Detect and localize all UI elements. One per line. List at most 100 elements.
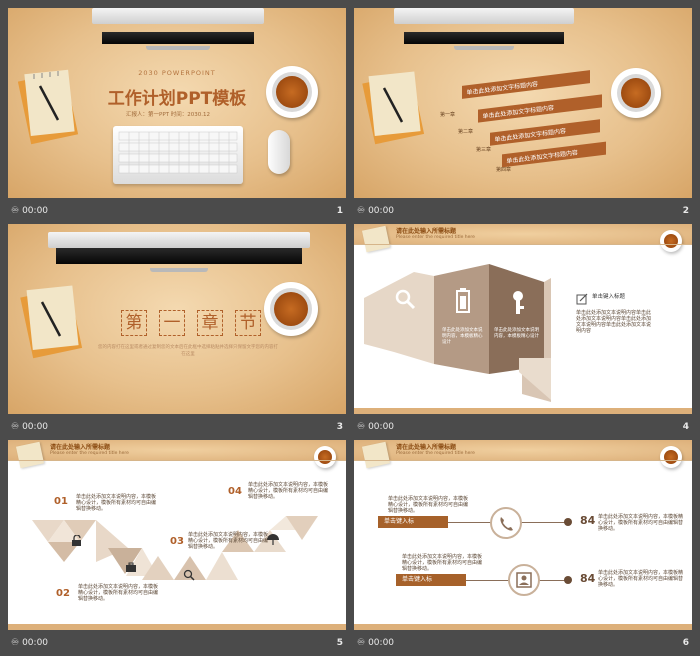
chapter-label-2: 第二章	[458, 129, 474, 135]
keyboard-icon	[113, 126, 243, 184]
slide-4-status-bar: ♾ 00:00 4	[354, 414, 692, 440]
row-1-right-text: 单击此处添加文本说明内容，本模板精心设计，模板所有素材均可自由编辑替换移动。	[598, 514, 684, 532]
monitor-stand	[454, 46, 514, 50]
monitor-stand	[146, 46, 210, 50]
slide-number: 3	[336, 422, 343, 432]
slide-title: 工作计划PPT模板	[107, 89, 247, 109]
footer-strip	[354, 624, 692, 630]
footer-strip	[8, 624, 346, 630]
loop-icon[interactable]: ♾	[357, 206, 365, 216]
step-text-1: 单击此处添加文本说明内容，本模板精心设计，模板所有素材均可自由编辑替换移动。	[76, 494, 157, 512]
row-2-left-text: 单击此处添加文本说明内容，本模板精心设计，模板所有素材均可自由编辑替换移动。	[402, 554, 483, 572]
key-icon	[510, 290, 526, 316]
slide-timer: 00:00	[22, 638, 49, 648]
monitor-icon	[92, 8, 264, 24]
loop-icon[interactable]: ♾	[357, 422, 365, 432]
triangle-flow	[32, 516, 318, 580]
monitor-screen	[404, 32, 564, 44]
loop-icon[interactable]: ♾	[11, 206, 19, 216]
slide-6-canvas: 请在此处输入所需标题 Please enter the required tit…	[354, 440, 692, 630]
row-1-value: 84	[580, 514, 596, 527]
row-1-label[interactable]: 单击键入标	[378, 516, 448, 528]
slide-3-canvas: 第 一 章 节 您的内容打在这里或者通过复制您的文本后在此框中选择粘贴并选择只保…	[8, 224, 346, 414]
slide-timer: 00:00	[368, 206, 395, 216]
notebook-icon	[362, 68, 442, 154]
slide-5-canvas: 请在此处输入所需标题 Please enter the required tit…	[8, 440, 346, 630]
slide-number: 5	[336, 638, 343, 648]
slide-timer: 00:00	[368, 638, 395, 648]
chapter-label-4: 第四章	[496, 167, 512, 173]
slide-thumbnail-6[interactable]: 请在此处输入所需标题 Please enter the required tit…	[354, 440, 692, 656]
slide-thumbnail-3[interactable]: 第 一 章 节 您的内容打在这里或者通过复制您的文本后在此框中选择粘贴并选择只保…	[8, 224, 346, 440]
slide-2-canvas: 单击此处添加文字标题内容 第一章 单击此处添加文字标题内容 第二章 单击此处添加…	[354, 8, 692, 198]
row-1-dot	[564, 518, 572, 526]
umbrella-icon	[266, 532, 280, 551]
chapter-char-4: 节	[235, 310, 261, 336]
lock-icon	[71, 532, 83, 551]
monitor-stand	[150, 268, 208, 272]
slide-1-canvas: 2030 POWERPOINT 工作计划PPT模板 汇报人：第一PPT 时间：2…	[8, 8, 346, 198]
panel-text-2: 单击此处添加文本说明内容，本模板精心设计	[494, 328, 539, 339]
loop-icon[interactable]: ♾	[357, 638, 365, 648]
slide-5-status-bar: ♾ 00:00 5	[8, 630, 346, 656]
footer-strip	[354, 408, 692, 414]
slide-4-canvas: 请在此处输入所需标题 Please enter the required tit…	[354, 224, 692, 414]
slide-timer: 00:00	[22, 422, 49, 432]
slide-3-status-bar: ♾ 00:00 3	[8, 414, 346, 440]
step-number-2: 02	[56, 588, 70, 599]
contact-card-icon	[508, 564, 540, 596]
monitor-screen	[102, 32, 254, 44]
step-number-3: 03	[170, 536, 184, 547]
step-text-2: 单击此处添加文本说明内容，本模板精心设计，模板所有素材均可自由编辑替换移动。	[78, 584, 159, 602]
slide-thumbnail-1[interactable]: 2030 POWERPOINT 工作计划PPT模板 汇报人：第一PPT 时间：2…	[8, 8, 346, 224]
step-text-3: 单击此处添加文本说明内容，本模板精心设计，模板所有素材均可自由编辑替换移动。	[188, 532, 269, 550]
row-2-label[interactable]: 单击键入标	[396, 574, 466, 586]
chapter-char-3: 章	[197, 310, 223, 336]
row-2-dot	[564, 576, 572, 584]
monitor-screen	[56, 248, 302, 264]
chapter-description: 您的内容打在这里或者通过复制您的文本后在此框中选择粘贴并选择只保留文字您的内容打…	[98, 345, 278, 357]
loop-icon[interactable]: ♾	[11, 422, 19, 432]
row-2-value: 84	[580, 572, 596, 585]
slide-number: 4	[682, 422, 689, 432]
chapter-label-1: 第一章	[440, 112, 456, 118]
coffee-cup-icon	[660, 446, 682, 468]
slide-1-status-bar: ♾ 00:00 1	[8, 198, 346, 224]
chapter-title: 第 一 章 节	[121, 310, 261, 336]
slide-number: 2	[682, 206, 689, 216]
coffee-cup-icon	[266, 66, 318, 118]
coffee-cup-icon	[264, 282, 318, 336]
panel-text-1: 单击此处添加文本说明内容，本模板精心设计	[442, 328, 483, 345]
row-1-left-text: 单击此处添加文本说明内容，本模板精心设计，模板所有素材均可自由编辑替换移动。	[388, 496, 469, 514]
loop-icon[interactable]: ♾	[11, 638, 19, 648]
monitor-icon	[394, 8, 574, 24]
step-text-4: 单击此处添加文本说明内容，本模板精心设计，模板所有素材均可自由编辑替换移动。	[248, 482, 329, 500]
magnifier-icon	[394, 288, 416, 310]
text-title: 单击键入标题	[592, 294, 626, 300]
row-2-right-text: 单击此处添加文本说明内容，本模板精心设计，模板所有素材均可自由编辑替换移动。	[598, 570, 684, 588]
header-subtitle: Please enter the required title here	[396, 451, 475, 456]
chapter-label-3: 第三章	[476, 147, 492, 153]
notebook-icon	[20, 282, 100, 368]
briefcase-icon	[125, 558, 137, 577]
chapter-char-1: 第	[121, 310, 147, 336]
slide-timer: 00:00	[368, 422, 395, 432]
phone-icon	[490, 507, 522, 539]
notebook-icon	[17, 68, 80, 154]
header-divider	[354, 460, 692, 461]
slide-thumbnail-5[interactable]: 请在此处输入所需标题 Please enter the required tit…	[8, 440, 346, 656]
slide-thumbnail-2[interactable]: 单击此处添加文字标题内容 第一章 单击此处添加文字标题内容 第二章 单击此处添加…	[354, 8, 692, 224]
step-number-4: 04	[228, 486, 242, 497]
slide-6-status-bar: ♾ 00:00 6	[354, 630, 692, 656]
slide-thumbnail-4[interactable]: 请在此处输入所需标题 Please enter the required tit…	[354, 224, 692, 440]
mouse-icon	[268, 130, 290, 174]
edit-icon	[576, 290, 588, 305]
battery-icon	[454, 288, 472, 314]
slide-2-status-bar: ♾ 00:00 2	[354, 198, 692, 224]
monitor-icon	[48, 232, 310, 248]
notebook-icon	[361, 441, 391, 469]
slide-number: 1	[336, 206, 343, 216]
reporter-line: 汇报人：第一PPT 时间：2030.12	[126, 112, 210, 118]
slide-timer: 00:00	[22, 206, 49, 216]
header-title: 请在此处输入所需标题	[396, 444, 457, 451]
